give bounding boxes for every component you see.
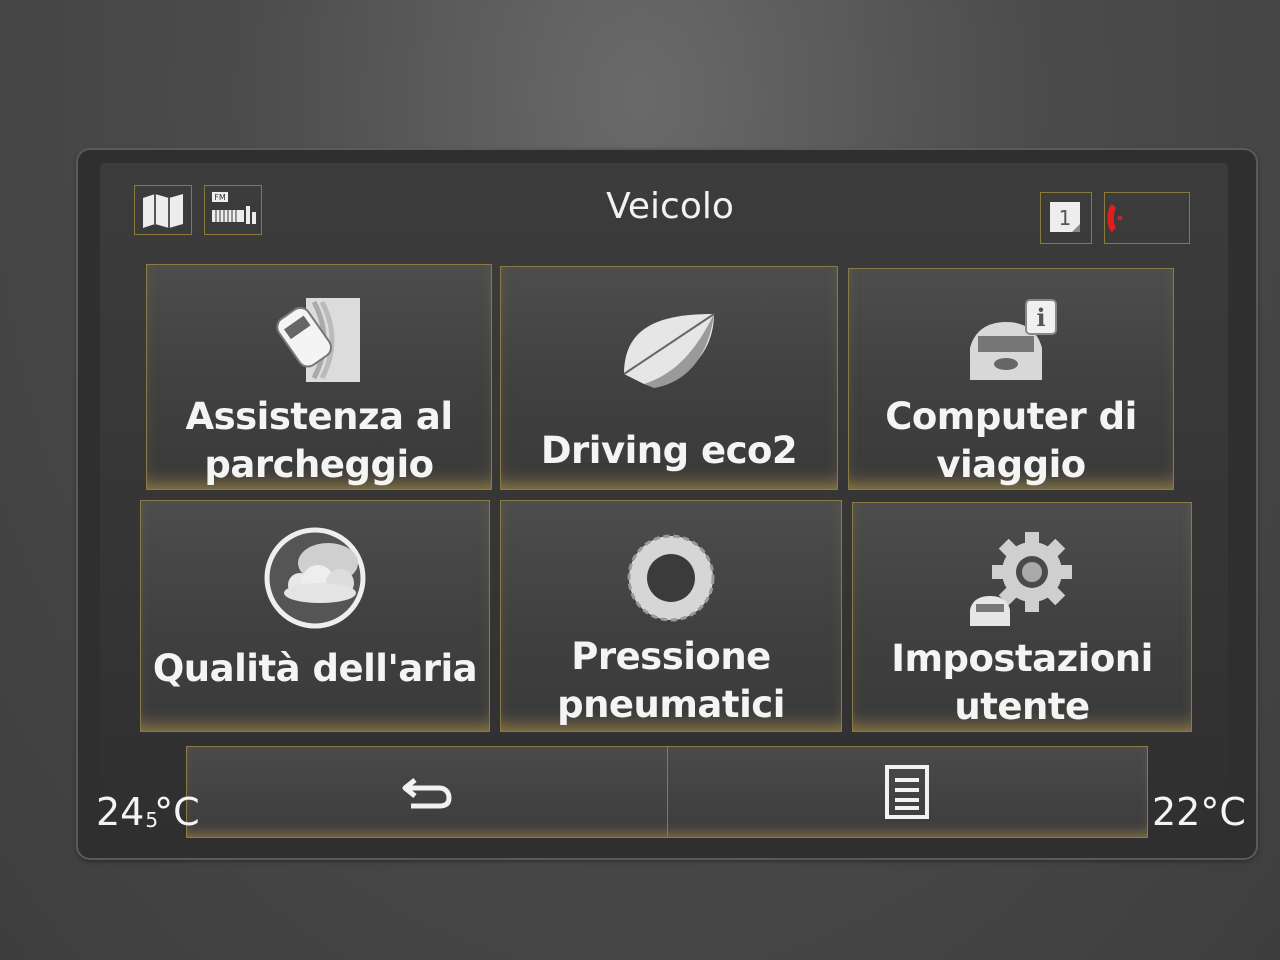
menu-button[interactable] [668,747,1148,837]
list-menu-icon [885,765,930,819]
radio-button[interactable]: FM [204,185,262,235]
tile-tire-pressure[interactable]: Pressione pneumatici [500,500,842,732]
tile-label-line1: Driving eco2 [540,429,798,472]
tile-icon-wrap [264,287,374,393]
left-temp-value: 24 [96,790,145,834]
tile-icon-wrap [614,289,724,399]
user-settings-icon [970,532,1072,626]
tile-label-line2: viaggio [936,443,1086,486]
map-button[interactable] [134,185,192,235]
back-arrow-icon [402,778,452,809]
tile-label-line1: Pressione [571,635,771,678]
notification-icon: 1 [1050,202,1080,232]
tile-label: Assistenza al parcheggio [147,393,491,489]
phone-icon [1107,204,1123,232]
tile-icon-wrap [260,523,370,633]
left-temperature[interactable]: 245°C [96,790,200,834]
tile-label: Qualità dell'aria [141,645,489,693]
tile-label-line1: Impostazioni [891,637,1153,680]
radio-band-label: FM [214,193,226,202]
page-title: Veicolo [606,186,734,227]
tile-trip-computer[interactable]: i Computer di viaggio [848,268,1174,490]
map-icon [143,194,183,228]
tile-air-quality[interactable]: Qualità dell'aria [140,500,490,732]
tile-driving-eco2[interactable]: Driving eco2 [500,266,838,490]
phone-button[interactable] [1104,192,1190,244]
eco-leaf-icon [623,313,715,388]
tile-user-settings[interactable]: Impostazioni utente [852,502,1192,732]
left-temp-unit: °C [154,790,200,834]
notifications-button[interactable]: 1 [1040,192,1092,244]
right-temperature[interactable]: 22°C [1152,790,1246,834]
tile-label-line1: Qualità dell'aria [152,647,478,690]
air-quality-icon [264,527,366,629]
tile-label: Pressione pneumatici [501,633,841,729]
tile-label: Computer di viaggio [849,393,1173,489]
tile-label-line2: parcheggio [204,443,434,486]
tile-label: Driving eco2 [501,427,837,475]
tile-icon-wrap [962,525,1082,635]
tile-icon-wrap: i [956,291,1066,393]
tile-label-line2: pneumatici [557,683,785,726]
fm-radio-icon: FM [212,192,256,224]
back-button[interactable] [187,747,668,837]
bottom-bar [186,746,1148,838]
tile-label-line1: Assistenza al [185,395,453,438]
svg-text:i: i [1036,303,1045,332]
tile-label: Impostazioni utente [853,635,1191,731]
tire-pressure-icon [627,534,715,622]
tile-icon-wrap [621,523,721,633]
trip-computer-icon: i [970,299,1057,380]
tile-label-line1: Computer di [885,395,1137,438]
notification-count: 1 [1059,206,1072,230]
tile-parking-assist[interactable]: Assistenza al parcheggio [146,264,492,490]
parking-assist-icon [276,298,360,382]
tile-label-line2: utente [954,685,1090,728]
